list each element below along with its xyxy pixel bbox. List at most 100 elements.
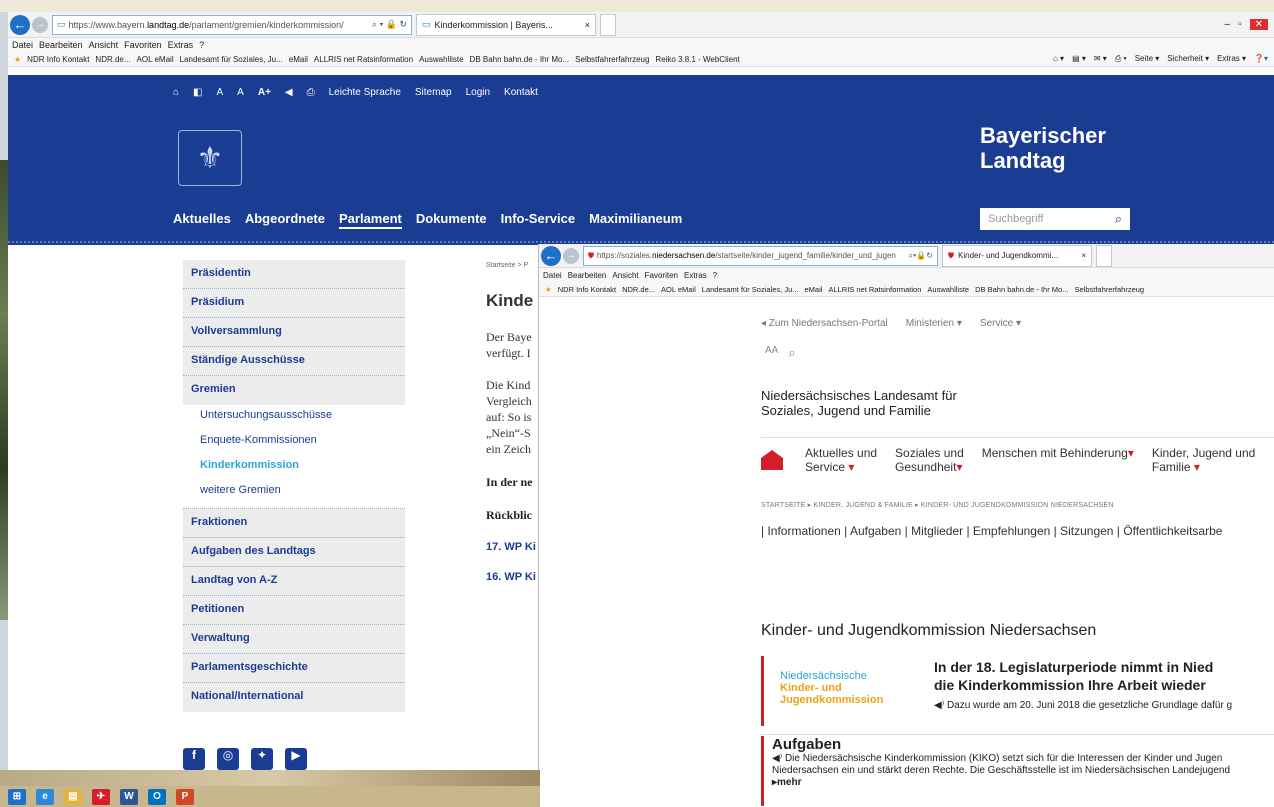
font-large[interactable]: A+ (258, 87, 271, 98)
font-size-toggle[interactable]: AA (765, 345, 778, 361)
link-leichte-sprache[interactable]: Leichte Sprache (329, 87, 401, 98)
close-window-icon[interactable]: ✕ (1249, 19, 1268, 30)
word-icon[interactable]: W (120, 788, 138, 805)
nav-aktuelles[interactable]: Aktuelles (173, 211, 231, 229)
tab-kinderkommission[interactable]: ▭ Kinderkommission | Bayeris... × (416, 13, 596, 36)
sidebar-item[interactable]: Vollversammlung (183, 318, 405, 347)
tab-kinder-jugendkommission[interactable]: ⛊ Kinder- und Jugendkommi... × (942, 244, 1092, 267)
fav-item[interactable]: ALLRIS net Ratsinformation (828, 285, 921, 294)
audio-icon[interactable]: ◀⁾ (772, 753, 782, 764)
sidebar-item-gremien[interactable]: Gremien (183, 376, 405, 405)
nav-kinder-jugend-familie[interactable]: Kinder, Jugend und Familie ▾ (1152, 446, 1255, 474)
menu-extras[interactable]: Extras (168, 40, 194, 50)
twitter-icon[interactable]: ✦ (251, 748, 273, 770)
fav-item[interactable]: eMail (805, 285, 823, 294)
speaker-icon[interactable]: ◀ (285, 87, 293, 98)
sidebar-item[interactable]: Verwaltung (183, 625, 405, 654)
nav-parlament[interactable]: Parlament (338, 211, 402, 229)
cmd-sicherheit[interactable]: Sicherheit ▾ (1167, 54, 1209, 64)
facebook-icon[interactable]: f (183, 748, 205, 770)
fav-item[interactable]: ALLRIS net Ratsinformation (314, 55, 413, 64)
fav-item[interactable]: Reiko 3.8.1 - WebClient (655, 55, 739, 64)
youtube-icon[interactable]: ▶ (285, 748, 307, 770)
font-medium[interactable]: A (237, 87, 244, 98)
search-lock-refresh-icons[interactable]: ⌕▾🔒↻ (908, 251, 933, 261)
minimize-icon[interactable]: ‒ (1225, 19, 1231, 30)
print-icon[interactable]: ⎙ ▾ (1115, 54, 1127, 64)
fav-item[interactable]: NDR Info Kontakt (27, 55, 89, 64)
more-link[interactable]: ▸mehr (772, 777, 1274, 788)
sidebar-item[interactable]: Fraktionen (183, 509, 405, 538)
link-service[interactable]: Service ▾ (980, 318, 1021, 329)
menu-help[interactable]: ? (713, 271, 717, 280)
link-kontakt[interactable]: Kontakt (504, 87, 538, 98)
nav-soziales[interactable]: Soziales und Gesundheit▾ (895, 446, 964, 474)
menu-datei[interactable]: Datei (12, 40, 33, 50)
menu-help[interactable]: ? (199, 40, 204, 50)
instagram-icon[interactable]: ◎ (217, 748, 239, 770)
search-icon[interactable]: ⌕ (788, 345, 795, 361)
mail-icon[interactable]: ✉ ▾ (1094, 54, 1107, 64)
fav-item[interactable]: AOL eMail (137, 55, 174, 64)
link-sitemap[interactable]: Sitemap (415, 87, 452, 98)
menu-extras[interactable]: Extras (684, 271, 707, 280)
sidebar-item[interactable]: Präsidentin (183, 260, 405, 289)
sidebar-item[interactable]: Landtag von A-Z (183, 567, 405, 596)
file-explorer-icon[interactable]: ▤ (64, 788, 82, 805)
coat-of-arms-logo[interactable]: ⚜ (178, 130, 242, 186)
sub-nav[interactable]: | Informationen | Aufgaben | Mitglieder … (761, 524, 1222, 538)
menu-bearbeiten[interactable]: Bearbeiten (568, 271, 607, 280)
sidebar-subitem[interactable]: Enquete-Kommissionen (183, 430, 405, 455)
fav-item[interactable]: Selbstfahrerfahrzeug (1074, 285, 1144, 294)
nav-abgeordnete[interactable]: Abgeordnete (245, 211, 325, 229)
forward-button[interactable]: → (563, 247, 579, 264)
nav-menschen-mit-behinderung[interactable]: Menschen mit Behinderung▾ (982, 446, 1134, 474)
menu-ansicht[interactable]: Ansicht (612, 271, 638, 280)
address-bar[interactable]: ▭ https://www.bayern. landtag.de/parlamen… (52, 14, 412, 35)
link-login[interactable]: Login (466, 87, 490, 98)
menu-datei[interactable]: Datei (543, 271, 562, 280)
agency-title[interactable]: Niedersächsisches Landesamt für Soziales… (761, 388, 957, 418)
close-tab-icon[interactable]: × (1081, 251, 1086, 260)
home-icon[interactable]: ⌂ ▾ (1053, 54, 1064, 64)
site-logo-text[interactable]: Bayerischer Landtag (980, 123, 1106, 173)
menu-ansicht[interactable]: Ansicht (89, 40, 119, 50)
contrast-icon[interactable]: ◧ (193, 87, 202, 98)
sidebar-subitem[interactable]: Untersuchungsausschüsse (183, 405, 405, 430)
news-teaser[interactable]: Niedersächsische Kinder- und Jugendkommi… (761, 656, 1274, 726)
search-icon[interactable]: ⌕ (1115, 211, 1122, 227)
close-tab-icon[interactable]: × (585, 20, 590, 30)
home-icon[interactable] (761, 450, 783, 470)
cmd-seite[interactable]: Seite ▾ (1135, 54, 1159, 64)
fav-item[interactable]: Selbstfahrerfahrzeug (575, 55, 649, 64)
app-icon[interactable]: ✈ (92, 788, 110, 805)
fav-item[interactable]: NDR.de... (622, 285, 655, 294)
sidebar-subitem[interactable]: weitere Gremien (183, 480, 405, 509)
nav-maximilianeum[interactable]: Maximilianeum (589, 211, 682, 229)
sidebar-item[interactable]: Ständige Ausschüsse (183, 347, 405, 376)
menu-bearbeiten[interactable]: Bearbeiten (39, 40, 83, 50)
new-tab-button[interactable] (600, 13, 616, 36)
new-tab-button[interactable] (1096, 244, 1112, 267)
menu-favoriten[interactable]: Favoriten (645, 271, 678, 280)
forward-button[interactable]: → (32, 16, 48, 33)
sidebar-item[interactable]: Aufgaben des Landtags (183, 538, 405, 567)
outlook-icon[interactable]: O (148, 788, 166, 805)
sidebar-item[interactable]: National/International (183, 683, 405, 712)
home-icon[interactable]: ⌂ (173, 87, 179, 98)
news-title[interactable]: In der 18. Legislaturperiode nimmt in Ni… (934, 658, 1213, 694)
nav-aktuelles[interactable]: Aktuelles und Service ▾ (805, 446, 877, 474)
fav-item[interactable]: Landesamt für Soziales, Ju... (180, 55, 283, 64)
windows-start-icon[interactable]: ⊞ (8, 788, 26, 805)
fav-item[interactable]: Auswahlliste (927, 285, 969, 294)
sidebar-subitem-active[interactable]: Kinderkommission (183, 455, 405, 480)
nav-dokumente[interactable]: Dokumente (416, 211, 487, 229)
menu-favoriten[interactable]: Favoriten (124, 40, 162, 50)
help-icon[interactable]: ❓▾ (1254, 54, 1268, 64)
breadcrumb[interactable]: STARTSEITE ▸ KINDER, JUGEND & FAMILIE ▸ … (761, 501, 1114, 509)
wp-link[interactable]: 16. WP Ki (486, 571, 546, 583)
fav-item[interactable]: NDR.de... (95, 55, 130, 64)
search-input[interactable]: Suchbegriff ⌕ (980, 208, 1130, 230)
breadcrumb[interactable]: Startseite > P (486, 262, 546, 269)
nav-info-service[interactable]: Info-Service (501, 211, 575, 229)
